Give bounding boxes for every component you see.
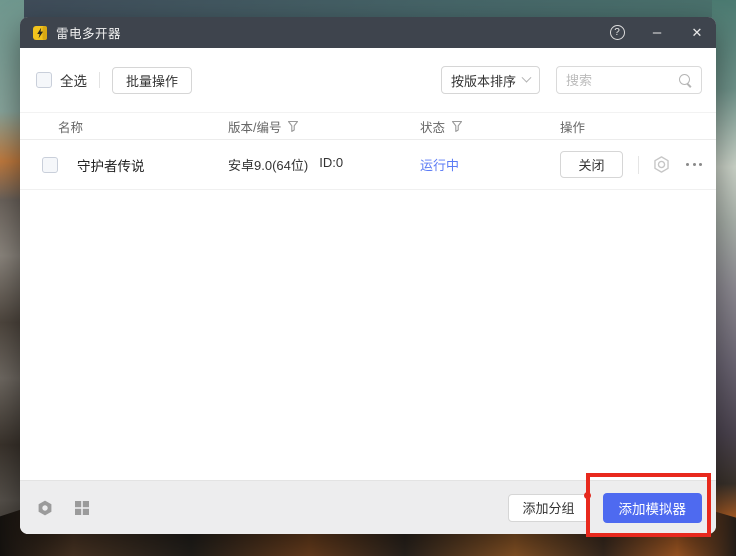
close-button[interactable]: ✕ (688, 24, 706, 42)
app-window: 雷电多开器 ? – ✕ 全选 批量操作 按版本排序 (20, 17, 716, 534)
column-header-status-label: 状态 (420, 117, 445, 136)
column-header-operation: 操作 (560, 117, 716, 136)
row-version-cell: 安卓9.0(64位) ID:0 (228, 155, 420, 174)
column-header-status: 状态 (420, 117, 560, 136)
titlebar: 雷电多开器 ? – ✕ (20, 17, 716, 48)
chevron-down-icon (522, 72, 532, 82)
search-icon (679, 74, 692, 87)
close-emulator-button[interactable]: 关闭 (560, 151, 623, 178)
column-header-name: 名称 (20, 117, 228, 136)
row-name-cell: 守护者传说 (20, 155, 228, 175)
notification-dot (584, 492, 591, 499)
table-header: 名称 版本/编号 状态 操作 (20, 112, 716, 140)
search-box (556, 66, 702, 94)
filter-funnel-icon[interactable] (451, 120, 463, 132)
global-settings-gear-icon[interactable] (36, 499, 54, 517)
help-icon: ? (610, 25, 625, 40)
add-group-button[interactable]: 添加分组 (508, 494, 588, 522)
operations-divider (638, 156, 639, 174)
minimize-icon: – (653, 28, 661, 38)
help-button[interactable]: ? (608, 24, 626, 42)
sort-dropdown[interactable]: 按版本排序 (441, 66, 540, 94)
table-row: 守护者传说 安卓9.0(64位) ID:0 运行中 关闭 (20, 140, 716, 190)
footer-bar: 添加分组 添加模拟器 (20, 480, 716, 534)
close-icon: ✕ (692, 25, 703, 41)
row-checkbox[interactable] (42, 157, 58, 173)
minimize-button[interactable]: – (648, 24, 666, 42)
filter-funnel-icon[interactable] (287, 120, 299, 132)
select-all-label: 全选 (60, 70, 87, 90)
batch-operations-button[interactable]: 批量操作 (112, 67, 192, 94)
column-header-version: 版本/编号 (228, 117, 420, 136)
select-all-checkbox[interactable] (36, 72, 52, 88)
window-title: 雷电多开器 (56, 23, 121, 42)
add-group-label: 添加分组 (522, 498, 574, 517)
row-settings-gear-icon[interactable] (652, 155, 671, 174)
row-status: 运行中 (420, 155, 560, 174)
row-operations-cell: 关闭 (560, 151, 716, 178)
add-emulator-button[interactable]: 添加模拟器 (603, 493, 703, 523)
search-input[interactable] (566, 73, 679, 88)
more-options-icon[interactable] (684, 159, 704, 170)
emulator-list-empty-area (20, 190, 716, 480)
column-header-version-label: 版本/编号 (228, 117, 281, 136)
app-logo-icon (32, 25, 48, 41)
toolbar: 全选 批量操作 按版本排序 (20, 48, 716, 112)
sort-dropdown-value: 按版本排序 (451, 71, 516, 90)
instance-id: ID:0 (319, 155, 343, 174)
grid-view-icon[interactable] (74, 500, 90, 516)
toolbar-divider (99, 72, 100, 88)
android-version: 安卓9.0(64位) (228, 155, 308, 174)
emulator-name: 守护者传说 (77, 155, 145, 175)
